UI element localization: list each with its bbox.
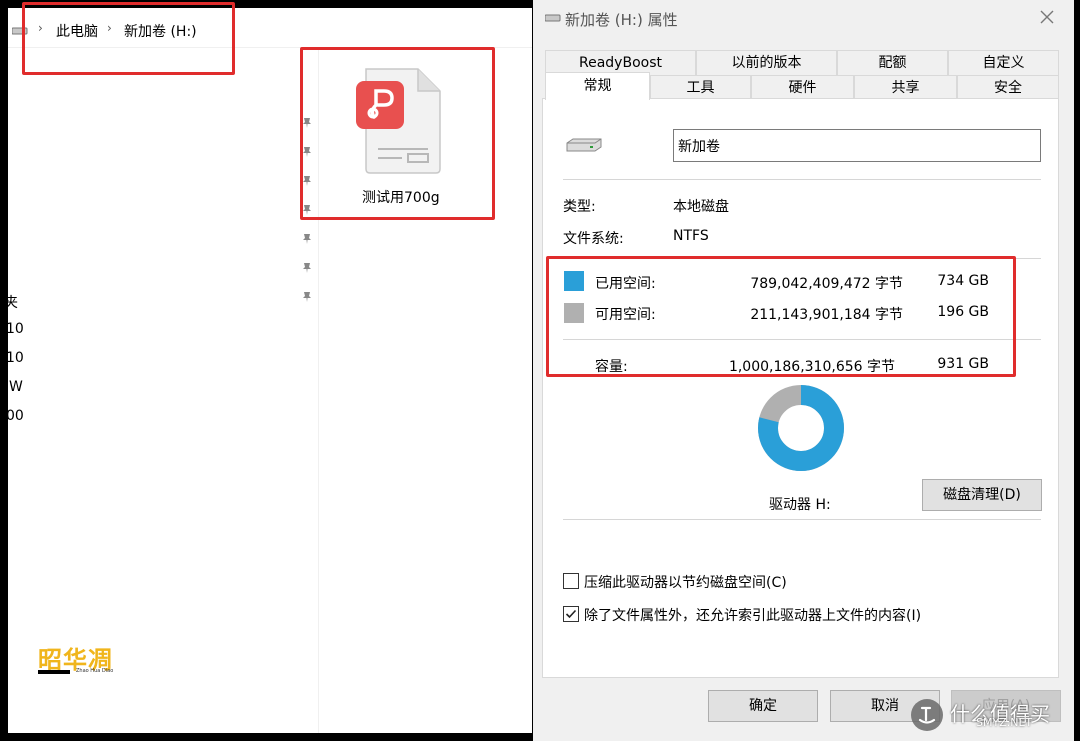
volume-name-input[interactable]: [673, 129, 1041, 162]
breadcrumb-this-pc[interactable]: 此电脑: [56, 21, 98, 41]
pin-icon[interactable]: [301, 117, 313, 129]
type-value: 本地磁盘: [673, 199, 729, 215]
breadcrumb: › 此电脑 › 新加卷 (H:): [8, 8, 532, 48]
divider: [563, 179, 1041, 180]
index-checkbox-label[interactable]: 除了文件属性外，还允许索引此驱动器上文件的内容(I): [584, 605, 921, 625]
site-watermark: 什么值得买 SMYZ.NET: [910, 694, 1076, 738]
index-checkbox[interactable]: [563, 606, 579, 622]
drive-icon: [566, 138, 602, 152]
pdf-document-icon: [356, 68, 441, 174]
divider: [563, 519, 1041, 520]
drive-icon: [12, 27, 28, 35]
divider: [563, 339, 1041, 340]
used-space-size: 734 GB: [937, 273, 989, 289]
tab-hardware[interactable]: 硬件: [751, 75, 854, 100]
used-space-bytes: 789,042,409,472 字节: [750, 276, 903, 292]
type-label: 类型:: [563, 199, 596, 215]
tab-sharing[interactable]: 共享: [854, 75, 957, 100]
free-space-bytes: 211,143,901,184 字节: [750, 307, 903, 323]
free-space-swatch: [564, 303, 584, 323]
ok-button[interactable]: 确定: [708, 690, 818, 722]
capacity-label: 容量:: [595, 359, 628, 375]
site-domain: SMYZ.NET: [976, 716, 1033, 729]
nav-item-fragment[interactable]: W: [9, 379, 23, 395]
filesystem-value: NTFS: [673, 228, 709, 244]
file-item[interactable]: 测试用700g: [356, 65, 458, 206]
explorer-window: › 此电脑 › 新加卷 (H:) 夹 10 10 W 00 测试用700g 昭华…: [8, 8, 532, 733]
navigation-pane[interactable]: 夹 10 10 W 00: [8, 49, 319, 733]
pin-icon[interactable]: [301, 262, 313, 274]
divider: [563, 258, 1041, 259]
chevron-right-icon: ›: [107, 21, 112, 35]
pin-icon[interactable]: [301, 291, 313, 303]
pin-icon[interactable]: [301, 233, 313, 245]
free-space-size: 196 GB: [937, 304, 989, 320]
pin-icon[interactable]: [301, 146, 313, 158]
tab-previous-versions[interactable]: 以前的版本: [696, 50, 837, 75]
filesystem-label: 文件系统:: [563, 231, 624, 247]
zhaohuadiao-logo: 昭华凋 Zhao Hua Diao: [38, 645, 114, 674]
tab-general[interactable]: 常规: [545, 72, 650, 100]
used-space-label: 已用空间:: [595, 276, 656, 292]
free-space-label: 可用空间:: [595, 307, 656, 323]
dialog-title: 新加卷 (H:) 属性: [565, 11, 678, 29]
nav-item-fragment[interactable]: 10: [8, 350, 24, 366]
compress-checkbox-label[interactable]: 压缩此驱动器以节约磁盘空间(C): [584, 572, 787, 592]
tab-customize[interactable]: 自定义: [948, 50, 1059, 75]
properties-dialog: 新加卷 (H:) 属性 ReadyBoost 以前的版本 配额 自定义 常规 工…: [533, 0, 1074, 741]
file-name: 测试用700g: [362, 190, 440, 206]
capacity-size: 931 GB: [937, 356, 989, 372]
tab-security[interactable]: 安全: [957, 75, 1059, 100]
chevron-right-icon: ›: [38, 21, 43, 35]
drive-icon: [545, 14, 561, 22]
nav-item-fragment[interactable]: 夹: [8, 292, 18, 312]
nav-item-fragment[interactable]: 00: [8, 408, 24, 424]
nav-item-fragment[interactable]: 10: [8, 321, 24, 337]
compress-checkbox[interactable]: [563, 573, 579, 589]
site-logo-icon: [911, 699, 943, 731]
drive-label: 驱动器 H:: [769, 497, 831, 513]
disk-usage-donut-chart: [758, 385, 844, 471]
breadcrumb-volume[interactable]: 新加卷 (H:): [124, 21, 197, 41]
general-tab-panel: 类型: 本地磁盘 文件系统: NTFS 已用空间: 789,042,409,47…: [542, 98, 1059, 678]
tab-quota[interactable]: 配额: [837, 50, 948, 75]
disk-cleanup-button[interactable]: 磁盘清理(D): [922, 479, 1042, 511]
pin-icon[interactable]: [301, 175, 313, 187]
pin-icon[interactable]: [301, 204, 313, 216]
checkmark-icon: [565, 609, 577, 619]
used-space-swatch: [564, 271, 584, 291]
logo-caption: Zhao Hua Diao: [76, 668, 114, 674]
capacity-bytes: 1,000,186,310,656 字节: [728, 359, 895, 375]
close-icon[interactable]: [1038, 8, 1056, 26]
tab-tools[interactable]: 工具: [650, 75, 751, 100]
